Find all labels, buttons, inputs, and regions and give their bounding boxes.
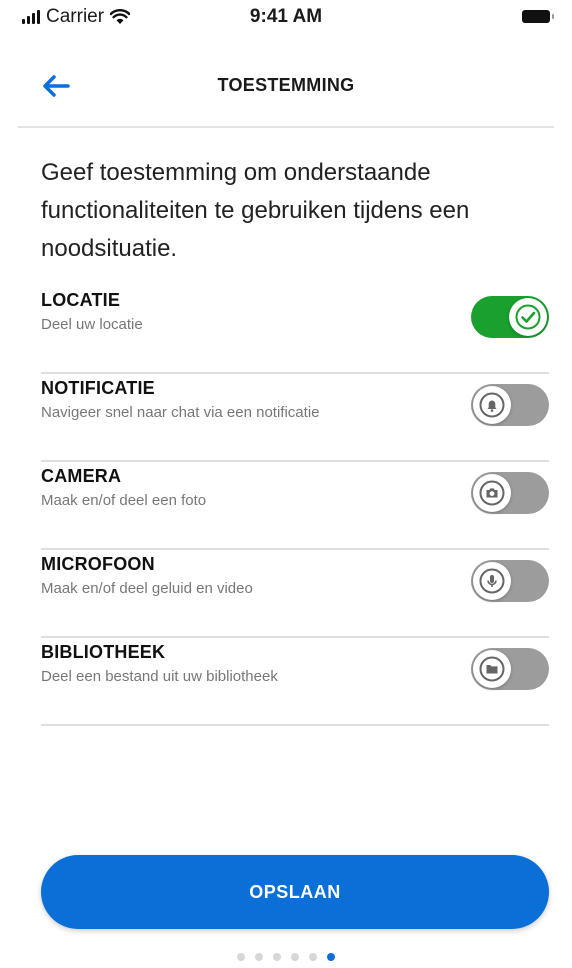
toggle-knob — [473, 386, 511, 424]
status-bar: Carrier 9:41 AM — [0, 0, 572, 36]
camera-toggle[interactable] — [471, 472, 549, 514]
pagination-dot[interactable] — [291, 953, 299, 961]
bell-icon — [479, 392, 505, 418]
toggle-knob — [473, 474, 511, 512]
permission-row-microfoon: MICROFOON Maak en/of deel geluid en vide… — [41, 550, 549, 638]
camera-icon — [479, 480, 505, 506]
pagination-dots — [0, 953, 572, 961]
intro-text: Geef toestemming om onderstaande functio… — [41, 159, 470, 262]
toggle-knob — [509, 298, 547, 336]
bibliotheek-toggle[interactable] — [471, 648, 549, 690]
folder-icon — [479, 656, 505, 682]
save-button[interactable]: OPSLAAN — [41, 855, 549, 929]
permission-description: Maak en/of deel een foto — [41, 492, 207, 509]
permission-list: LOCATIE Deel uw locatie NOTIFICATIE Navi… — [41, 286, 549, 726]
pagination-dot-active[interactable] — [327, 953, 335, 961]
microfoon-toggle[interactable] — [471, 560, 549, 602]
permission-row-camera: CAMERA Maak en/of deel een foto — [41, 462, 549, 550]
header-divider — [18, 126, 554, 128]
permission-title: MICROFOON — [41, 554, 155, 574]
battery-icon — [522, 10, 554, 23]
status-time: 9:41 AM — [249, 6, 323, 27]
permission-description: Navigeer snel naar chat via een notifica… — [41, 404, 320, 421]
permission-title: NOTIFICATIE — [41, 378, 155, 398]
pagination-dot[interactable] — [255, 953, 263, 961]
permission-title: LOCATIE — [41, 290, 121, 310]
permission-row-notificatie: NOTIFICATIE Navigeer snel naar chat via … — [41, 374, 549, 462]
permission-title: CAMERA — [41, 466, 122, 486]
microphone-icon — [479, 568, 505, 594]
permission-title: BIBLIOTHEEK — [41, 642, 166, 662]
toggle-knob — [473, 562, 511, 600]
permission-description: Deel een bestand uit uw bibliotheek — [41, 668, 278, 685]
permission-row-bibliotheek: BIBLIOTHEEK Deel een bestand uit uw bibl… — [41, 638, 549, 726]
page-title: TOESTEMMING — [217, 75, 355, 95]
permission-description: Deel uw locatie — [41, 316, 143, 333]
permission-description: Maak en/of deel geluid en video — [41, 580, 253, 597]
permission-row-locatie: LOCATIE Deel uw locatie — [41, 286, 549, 374]
pagination-dot[interactable] — [309, 953, 317, 961]
header: TOESTEMMING — [0, 56, 572, 116]
locatie-toggle[interactable] — [471, 296, 549, 338]
pagination-dot[interactable] — [273, 953, 281, 961]
toggle-knob — [473, 650, 511, 688]
check-icon — [515, 304, 541, 330]
notificatie-toggle[interactable] — [471, 384, 549, 426]
pagination-dot[interactable] — [237, 953, 245, 961]
